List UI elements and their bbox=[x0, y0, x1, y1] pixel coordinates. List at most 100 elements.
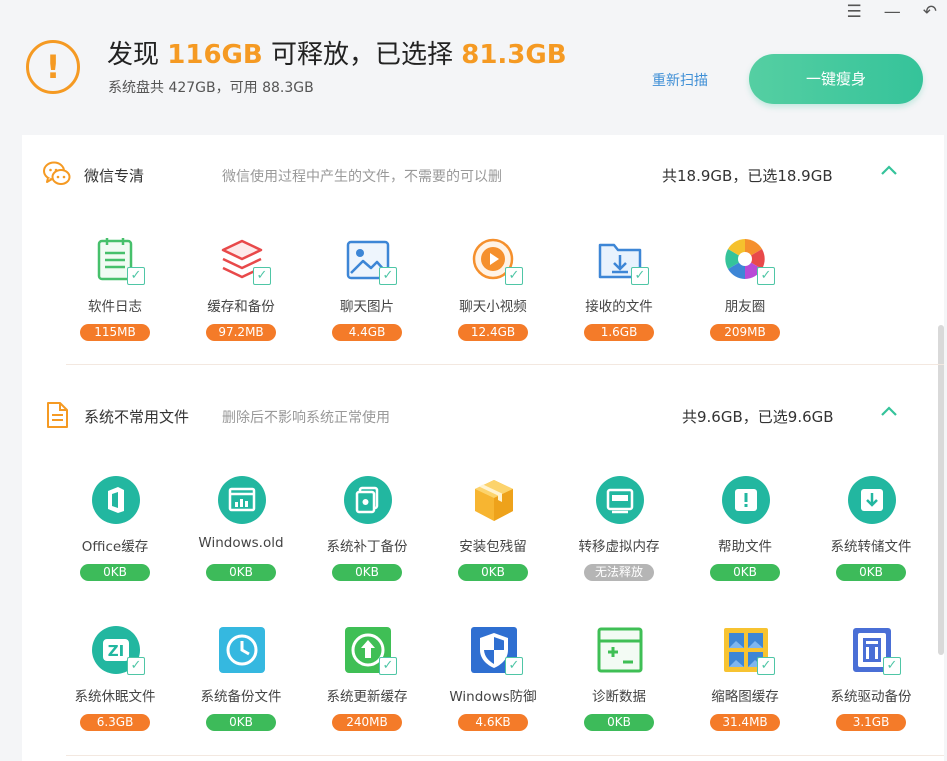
section-total: 共9.6GB，已选9.6GB bbox=[682, 408, 834, 426]
checkbox-checked-icon[interactable]: ✓ bbox=[379, 267, 397, 285]
size-badge: 3.1GB bbox=[836, 714, 906, 731]
clean-item[interactable]: 系统备份文件 0KB bbox=[178, 625, 304, 735]
section-header-system: 系统不常用文件 删除后不影响系统正常使用 共9.6GB，已选9.6GB bbox=[22, 394, 944, 434]
summary-header: ! 发现 116GB 可释放，已选择 81.3GB 系统盘共 427GB，可用 … bbox=[0, 0, 947, 135]
diagnostics-icon bbox=[597, 627, 643, 673]
item-label: 安装包残留 bbox=[459, 539, 527, 555]
size-badge: 31.4MB bbox=[710, 714, 780, 731]
clock-icon bbox=[219, 627, 265, 673]
clean-item[interactable]: ✓ 接收的文件 1.6GB bbox=[556, 235, 682, 345]
clean-item[interactable]: 诊断数据 0KB bbox=[556, 625, 682, 735]
size-badge: 97.2MB bbox=[206, 324, 276, 341]
clean-item[interactable]: ✓ 系统更新缓存 240MB bbox=[304, 625, 430, 735]
item-label: 系统备份文件 bbox=[200, 689, 282, 705]
checkbox-checked-icon[interactable]: ✓ bbox=[883, 657, 901, 675]
size-badge: 无法释放 bbox=[584, 564, 654, 581]
size-badge: 115MB bbox=[80, 324, 150, 341]
clean-item[interactable]: ✓ 朋友圈 209MB bbox=[682, 235, 808, 345]
checkbox-checked-icon[interactable]: ✓ bbox=[757, 657, 775, 675]
clean-item[interactable]: Office缓存 0KB bbox=[52, 475, 178, 585]
memory-icon bbox=[596, 476, 644, 524]
size-badge: 6.3GB bbox=[80, 714, 150, 731]
clean-item[interactable]: ✓ 缩略图缓存 31.4MB bbox=[682, 625, 808, 735]
clean-item[interactable]: ✓ 系统驱动备份 3.1GB bbox=[808, 625, 934, 735]
item-label: 朋友圈 bbox=[724, 299, 766, 315]
item-label: 聊天图片 bbox=[340, 299, 394, 315]
item-label: 系统驱动备份 bbox=[830, 689, 912, 705]
clean-item[interactable]: ✓ 缓存和备份 97.2MB bbox=[178, 235, 304, 345]
item-label: 缓存和备份 bbox=[207, 299, 275, 315]
checkbox-checked-icon[interactable]: ✓ bbox=[505, 267, 523, 285]
size-badge: 4.4GB bbox=[332, 324, 402, 341]
item-label: 软件日志 bbox=[88, 299, 142, 315]
selected-size: 81.3GB bbox=[461, 40, 567, 70]
found-size: 116GB bbox=[167, 40, 263, 70]
item-label: 系统休眠文件 bbox=[74, 689, 156, 705]
item-label: Windows.old bbox=[198, 535, 284, 551]
clean-item[interactable]: ZI ✓ 系统休眠文件 6.3GB bbox=[52, 625, 178, 735]
size-badge: 0KB bbox=[836, 564, 906, 581]
patch-icon bbox=[344, 476, 392, 524]
size-badge: 1.6GB bbox=[584, 324, 654, 341]
checkbox-checked-icon[interactable]: ✓ bbox=[127, 657, 145, 675]
size-badge: 12.4GB bbox=[458, 324, 528, 341]
windows-old-icon bbox=[218, 476, 266, 524]
collapse-chevron-icon[interactable] bbox=[877, 159, 901, 183]
content-panel: 微信专清 微信使用过程中产生的文件，不需要的可以删 共18.9GB，已选18.9… bbox=[22, 135, 944, 761]
clean-item[interactable]: ✓ 聊天小视频 12.4GB bbox=[430, 235, 556, 345]
size-badge: 209MB bbox=[710, 324, 780, 341]
clean-item[interactable]: 系统转储文件 0KB bbox=[808, 475, 934, 585]
item-label: Office缓存 bbox=[81, 539, 149, 555]
section-title: 系统不常用文件 bbox=[84, 408, 190, 426]
checkbox-checked-icon[interactable]: ✓ bbox=[631, 267, 649, 285]
section-title: 微信专清 bbox=[84, 167, 145, 185]
clean-item[interactable]: ✓ 聊天图片 4.4GB bbox=[304, 235, 430, 345]
section-total: 共18.9GB，已选18.9GB bbox=[662, 167, 833, 185]
disk-summary: 系统盘共 427GB，可用 88.3GB bbox=[108, 80, 314, 96]
scrollbar[interactable] bbox=[938, 325, 944, 655]
one-click-slim-button[interactable]: 一键瘦身 bbox=[749, 54, 923, 104]
clean-item[interactable]: 转移虚拟内存 无法释放 bbox=[556, 475, 682, 585]
item-label: Windows防御 bbox=[449, 689, 537, 705]
clean-item[interactable]: 系统补丁备份 0KB bbox=[304, 475, 430, 585]
svg-text:ZI: ZI bbox=[108, 642, 124, 660]
size-badge: 0KB bbox=[584, 714, 654, 731]
item-label: 聊天小视频 bbox=[459, 299, 527, 315]
checkbox-checked-icon[interactable]: ✓ bbox=[127, 267, 145, 285]
page-title: 发现 116GB 可释放，已选择 81.3GB bbox=[107, 38, 567, 72]
item-label: 接收的文件 bbox=[585, 299, 653, 315]
item-label: 系统补丁备份 bbox=[326, 539, 408, 555]
checkbox-checked-icon[interactable]: ✓ bbox=[253, 267, 271, 285]
section-description: 删除后不影响系统正常使用 bbox=[222, 410, 390, 426]
clean-item[interactable]: ✓ 软件日志 115MB bbox=[52, 235, 178, 345]
item-label: 转移虚拟内存 bbox=[578, 539, 660, 555]
warning-icon: ! bbox=[26, 40, 80, 94]
rescan-link[interactable]: 重新扫描 bbox=[652, 70, 708, 90]
clean-item[interactable]: Windows.old 0KB bbox=[178, 475, 304, 585]
title-middle: 可释放，已选择 bbox=[262, 40, 462, 70]
office-icon bbox=[92, 476, 140, 524]
size-badge: 0KB bbox=[206, 714, 276, 731]
size-badge: 0KB bbox=[458, 564, 528, 581]
checkbox-checked-icon[interactable]: ✓ bbox=[379, 657, 397, 675]
clean-item[interactable]: 安装包残留 0KB bbox=[430, 475, 556, 585]
item-label: 帮助文件 bbox=[718, 539, 772, 555]
clean-item[interactable]: 帮助文件 0KB bbox=[682, 475, 808, 585]
help-file-icon bbox=[722, 476, 770, 524]
dump-icon bbox=[848, 476, 896, 524]
wechat-icon bbox=[43, 161, 71, 185]
checkbox-checked-icon[interactable]: ✓ bbox=[505, 657, 523, 675]
title-prefix: 发现 bbox=[107, 40, 168, 70]
collapse-chevron-icon[interactable] bbox=[877, 400, 901, 424]
clean-item[interactable]: ✓ Windows防御 4.6KB bbox=[430, 625, 556, 735]
section-header-wechat: 微信专清 微信使用过程中产生的文件，不需要的可以删 共18.9GB，已选18.9… bbox=[22, 153, 944, 193]
size-badge: 4.6KB bbox=[458, 714, 528, 731]
item-label: 诊断数据 bbox=[592, 689, 646, 705]
size-badge: 0KB bbox=[332, 564, 402, 581]
item-label: 系统转储文件 bbox=[830, 539, 912, 555]
document-icon bbox=[47, 402, 68, 428]
package-icon bbox=[475, 480, 513, 521]
section-divider bbox=[66, 364, 944, 365]
section-divider bbox=[66, 755, 944, 756]
checkbox-checked-icon[interactable]: ✓ bbox=[757, 267, 775, 285]
